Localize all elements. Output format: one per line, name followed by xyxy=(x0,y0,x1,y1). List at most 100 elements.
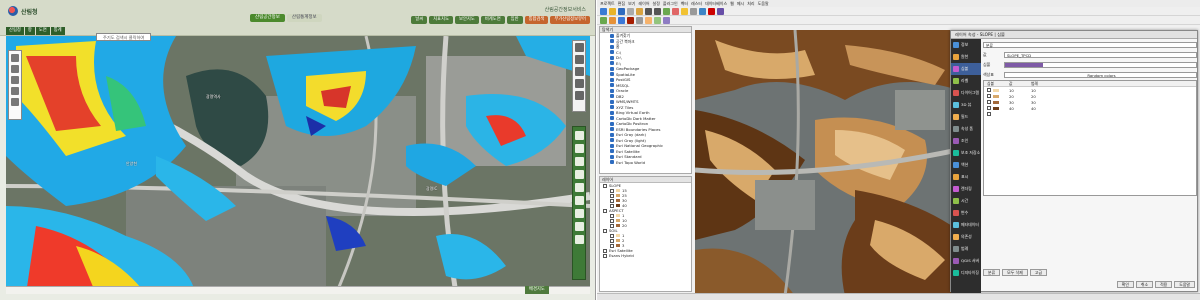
area-icon[interactable] xyxy=(574,157,584,166)
dialog-sidebar-item[interactable]: 속성 폼 xyxy=(951,123,981,135)
delete-all-button[interactable]: 모두 삭제 xyxy=(1002,269,1028,276)
class-visibility-checkbox[interactable] xyxy=(610,223,614,228)
class-visibility-checkbox[interactable] xyxy=(610,188,614,193)
location-icon[interactable] xyxy=(11,87,19,95)
sub-tab-forest[interactable]: 산림청 xyxy=(6,27,24,35)
class-symbol-swatch[interactable] xyxy=(993,88,999,92)
surface-map-button[interactable]: 지표지도 xyxy=(429,16,454,24)
help-button[interactable]: 도움말 xyxy=(1174,281,1195,288)
save-project-icon[interactable] xyxy=(618,8,625,15)
slope-map-canvas[interactable]: 광명역사 광명IC 안양천 xyxy=(6,36,590,294)
class-visibility-checkbox[interactable] xyxy=(610,243,614,248)
dialog-sidebar-item[interactable]: 심볼 xyxy=(951,63,981,75)
class-visibility-checkbox[interactable] xyxy=(610,198,614,203)
menu-project[interactable]: 프로젝트 xyxy=(600,0,615,7)
sub-tab-drawing[interactable]: 도면 xyxy=(35,27,50,35)
open-project-icon[interactable] xyxy=(609,8,616,15)
add-db-icon[interactable] xyxy=(618,17,625,24)
dialog-sidebar-item[interactable]: 라벨 xyxy=(951,75,981,87)
security-map-button[interactable]: 보안지도 xyxy=(455,16,479,24)
sub-tab-item[interactable]: 항 xyxy=(24,27,35,35)
basemap-button[interactable]: 배경지도 xyxy=(525,286,549,294)
dialog-sidebar-item[interactable]: 표시 xyxy=(951,171,981,183)
layer-visibility-checkbox[interactable] xyxy=(603,253,607,258)
menu-vector[interactable]: 벡터 xyxy=(681,0,688,7)
zoom-out-icon[interactable] xyxy=(574,55,584,64)
layer-icon[interactable] xyxy=(11,54,19,62)
edit-toggle-icon[interactable] xyxy=(636,17,643,24)
zoom-out-map-icon[interactable] xyxy=(654,8,661,15)
sub-tab-stats[interactable]: 통계 xyxy=(50,27,65,35)
ok-button[interactable]: 확인 xyxy=(1116,281,1134,288)
label-tool-icon[interactable] xyxy=(654,17,661,24)
menu-edit[interactable]: 편집 xyxy=(618,0,625,7)
fullscreen-icon[interactable] xyxy=(574,196,584,205)
search-icon[interactable] xyxy=(574,131,584,140)
add-wms-icon[interactable] xyxy=(627,17,634,24)
menu-layer[interactable]: 레이어 xyxy=(638,0,649,7)
dialog-sidebar-item[interactable]: 액션 xyxy=(951,159,981,171)
layer-visibility-checkbox[interactable] xyxy=(603,208,607,213)
tab-forest-stats[interactable]: 산림통계정보 xyxy=(286,14,322,22)
class-visibility-checkbox[interactable] xyxy=(610,238,614,243)
menu-plugins[interactable]: 플러그인 xyxy=(663,0,678,7)
menu-raster[interactable]: 래스터 xyxy=(691,0,702,7)
plan-button[interactable]: 비계도면 xyxy=(480,16,505,24)
pan-icon[interactable] xyxy=(574,67,584,76)
new-project-icon[interactable] xyxy=(600,8,607,15)
info-icon[interactable] xyxy=(574,209,584,218)
advanced-button[interactable]: 고급 xyxy=(1029,269,1047,276)
dialog-sidebar-item[interactable]: 3D 뷰 xyxy=(951,99,981,111)
dialog-sidebar-item[interactable]: QGIS 서버 xyxy=(951,255,981,267)
value-field-select[interactable]: SLOPE_TPCD xyxy=(1004,51,1197,58)
apply-button[interactable]: 적용 xyxy=(1155,281,1173,288)
next-icon[interactable] xyxy=(574,183,584,192)
dialog-sidebar-item[interactable]: 필드 xyxy=(951,111,981,123)
python-icon[interactable] xyxy=(717,8,724,15)
zoom-full-icon[interactable] xyxy=(663,8,670,15)
layer-visibility-checkbox[interactable] xyxy=(603,183,607,188)
layer-visibility-checkbox[interactable] xyxy=(603,248,607,253)
portal-logo[interactable]: 산림청 xyxy=(8,5,38,17)
layer-item[interactable]: Esans Hybrid xyxy=(600,253,691,258)
dialog-sidebar-item[interactable]: 메타데이터 xyxy=(951,219,981,231)
tab-forest-spatial[interactable]: 산림공간정보 xyxy=(250,14,285,22)
dialog-sidebar-item[interactable]: 원천 xyxy=(951,51,981,63)
ruler-icon[interactable] xyxy=(11,76,19,84)
plugin-icon[interactable] xyxy=(663,17,670,24)
layer-visibility-checkbox[interactable] xyxy=(603,228,607,233)
color-ramp-select[interactable]: Random colors xyxy=(1004,71,1197,78)
document-icon[interactable] xyxy=(11,65,19,73)
pan-map-icon[interactable] xyxy=(636,8,643,15)
dialog-sidebar-item[interactable]: 렌더링 xyxy=(951,183,981,195)
class-checkbox[interactable] xyxy=(987,100,991,104)
print-layout-icon[interactable] xyxy=(627,8,634,15)
extra-viewer-button[interactable]: 부가산림정보뷰어 xyxy=(550,16,590,24)
processing-icon[interactable] xyxy=(708,8,715,15)
select-icon[interactable] xyxy=(681,8,688,15)
dialog-sidebar-item[interactable]: 변수 xyxy=(951,207,981,219)
measure-icon[interactable] xyxy=(574,144,584,153)
menu-database[interactable]: 데이터베이스 xyxy=(705,0,727,7)
weather-button[interactable]: 날씨 xyxy=(411,16,428,24)
dialog-sidebar-item[interactable]: 범례 xyxy=(951,243,981,255)
menu-help[interactable]: 도움말 xyxy=(758,0,769,7)
stand-button[interactable]: 임반 xyxy=(506,16,523,24)
browser-item[interactable]: Esri Topo World xyxy=(600,160,691,166)
export-icon[interactable] xyxy=(574,235,584,244)
cancel-button[interactable]: 취소 xyxy=(1135,281,1154,288)
class-symbol-swatch[interactable] xyxy=(993,94,999,98)
map-search-input[interactable]: 주기도 검색시 클릭하여 xyxy=(96,33,152,41)
zoom-in-map-icon[interactable] xyxy=(645,8,652,15)
refresh-icon[interactable] xyxy=(574,91,584,100)
prev-icon[interactable] xyxy=(574,170,584,179)
identify-icon[interactable] xyxy=(672,8,679,15)
integrated-search-button[interactable]: 통합검색 xyxy=(524,16,549,24)
dialog-sidebar-item[interactable]: 의존성 xyxy=(951,231,981,243)
class-checkbox[interactable] xyxy=(987,106,991,110)
dialog-sidebar-item[interactable]: 시간 xyxy=(951,195,981,207)
add-vector-icon[interactable] xyxy=(600,17,607,24)
attribute-table-icon[interactable] xyxy=(699,8,706,15)
print-icon[interactable] xyxy=(574,79,584,88)
zoom-in-icon[interactable] xyxy=(574,43,584,52)
